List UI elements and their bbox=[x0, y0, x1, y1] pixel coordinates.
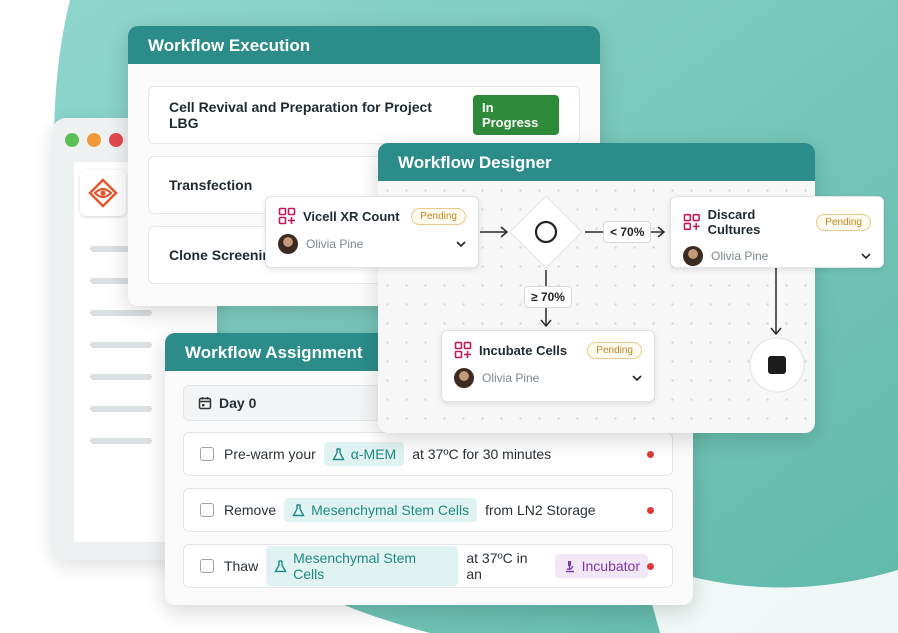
panel-title: Workflow Designer bbox=[378, 143, 815, 181]
assignee-name: Olivia Pine bbox=[482, 371, 540, 385]
status-badge: Pending bbox=[587, 341, 642, 359]
microscope-icon bbox=[565, 560, 574, 572]
task-checkbox[interactable] bbox=[200, 559, 214, 573]
flask-icon bbox=[332, 447, 345, 460]
task-row[interactable]: Remove Mesenchymal Stem Cells from LN2 S… bbox=[183, 488, 673, 532]
reagent-chip[interactable]: Mesenchymal Stem Cells bbox=[266, 546, 459, 586]
flask-icon bbox=[274, 559, 287, 572]
status-badge: Pending bbox=[816, 213, 871, 231]
reagent-chip[interactable]: α-MEM bbox=[323, 442, 405, 466]
workflow-node[interactable]: Vicell XR Count Pending Olivia Pine bbox=[265, 196, 479, 268]
node-type-icon bbox=[278, 207, 296, 225]
decision-diamond-icon[interactable] bbox=[507, 193, 585, 271]
workflow-node[interactable]: Discard Cultures Pending Olivia Pine bbox=[670, 196, 884, 268]
nav-item[interactable] bbox=[90, 342, 152, 348]
task-row[interactable]: Pre-warm your α-MEM at 37ºC for 30 minut… bbox=[183, 432, 673, 476]
node-title: Vicell XR Count bbox=[303, 208, 400, 224]
task-text: Thaw bbox=[223, 558, 259, 574]
chevron-down-icon[interactable] bbox=[632, 371, 642, 385]
chip-label: Mesenchymal Stem Cells bbox=[293, 550, 417, 582]
task-checkbox[interactable] bbox=[200, 503, 214, 517]
status-badge: Pending bbox=[411, 207, 466, 225]
edge-label-less-than[interactable]: < 70% bbox=[603, 221, 652, 243]
chip-label: α-MEM bbox=[350, 446, 397, 462]
nav-item[interactable] bbox=[90, 438, 152, 444]
minimize-button[interactable] bbox=[87, 133, 101, 147]
chevron-down-icon[interactable] bbox=[456, 237, 466, 251]
node-title: Discard Cultures bbox=[707, 207, 761, 237]
workflow-row[interactable]: Cell Revival and Preparation for Project… bbox=[148, 86, 580, 144]
alert-dot bbox=[647, 450, 654, 458]
chip-label: Mesenchymal Stem Cells bbox=[311, 502, 470, 518]
task-text: at 37ºC in an bbox=[466, 550, 528, 582]
stop-icon[interactable] bbox=[748, 336, 806, 394]
day-label: Day 0 bbox=[219, 395, 257, 411]
avatar bbox=[683, 246, 703, 266]
workflow-name: Cell Revival and Preparation for Project… bbox=[169, 99, 432, 131]
avatar bbox=[278, 234, 298, 254]
workflow-name: Transfection bbox=[169, 177, 253, 193]
edge-label-greater-equal[interactable]: ≥ 70% bbox=[524, 286, 572, 308]
nav-item[interactable] bbox=[90, 406, 152, 412]
alert-dot bbox=[647, 506, 654, 514]
node-type-icon bbox=[683, 213, 700, 231]
alert-dot bbox=[647, 562, 654, 570]
node-type-icon bbox=[454, 341, 472, 359]
task-checkbox[interactable] bbox=[200, 447, 214, 461]
reagent-chip[interactable]: Mesenchymal Stem Cells bbox=[284, 498, 478, 522]
task-row[interactable]: Thaw Mesenchymal Stem Cells at 37ºC in a… bbox=[183, 544, 673, 588]
nav-item[interactable] bbox=[90, 374, 152, 380]
workflow-node[interactable]: Incubate Cells Pending Olivia Pine bbox=[441, 330, 655, 402]
assignee-name: Olivia Pine bbox=[306, 237, 364, 251]
task-text: at 37ºC for 30 minutes bbox=[412, 446, 552, 462]
assignee-name: Olivia Pine bbox=[711, 249, 769, 263]
chip-label: Incubator bbox=[581, 558, 640, 574]
panel-title: Workflow Execution bbox=[128, 26, 600, 64]
task-text: from LN2 Storage bbox=[485, 502, 596, 518]
chevron-down-icon[interactable] bbox=[861, 249, 871, 263]
avatar bbox=[454, 368, 474, 388]
workflow-name: Clone Screenin bbox=[169, 247, 271, 263]
status-badge: In Progress bbox=[472, 95, 559, 135]
flask-icon bbox=[292, 503, 305, 516]
logo-icon bbox=[88, 178, 118, 208]
logo bbox=[80, 170, 126, 216]
equipment-chip[interactable]: Incubator bbox=[554, 554, 648, 578]
close-button[interactable] bbox=[109, 133, 123, 147]
calendar-icon bbox=[198, 397, 212, 410]
node-title: Incubate Cells bbox=[479, 342, 568, 358]
maximize-button[interactable] bbox=[65, 133, 79, 147]
nav-item[interactable] bbox=[90, 310, 152, 316]
task-text: Remove bbox=[224, 502, 277, 518]
task-text: Pre-warm your bbox=[224, 446, 316, 462]
